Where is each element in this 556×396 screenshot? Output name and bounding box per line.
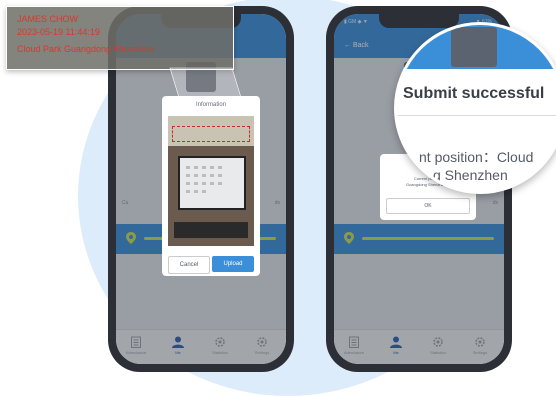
captured-photo: [168, 116, 254, 246]
magnifier-header: [397, 25, 556, 69]
information-dialog: Information Cancel Upload: [162, 96, 260, 276]
photo-keyboard: [174, 222, 248, 238]
magnifier-title: Submit successful: [403, 85, 545, 102]
magnifier-position-line-2: g Shenzhen: [433, 167, 508, 183]
callout-datetime: 2023-05-19 11:44:19: [17, 27, 100, 37]
cancel-button[interactable]: Cancel: [168, 256, 210, 274]
watermark-callout: JAMES CHOW 2023-05-19 11:44:19 Cloud Par…: [6, 6, 234, 70]
upload-button[interactable]: Upload: [212, 256, 254, 272]
magnifier-position-line-1: nt position：Cloud: [419, 149, 534, 165]
photo-monitor: [178, 156, 246, 210]
ok-button[interactable]: OK: [386, 198, 470, 214]
callout-location: Cloud Park Guangdong Shenzhen: [17, 44, 155, 54]
watermark-highlight: [172, 126, 250, 142]
dialog-title: Information: [195, 102, 226, 108]
magnifier-avatar: [451, 27, 497, 67]
magnifier-divider: [397, 115, 556, 116]
callout-name: JAMES CHOW: [17, 14, 79, 24]
magnifier-zoom: Submit successful nt position：Cloud g Sh…: [394, 22, 556, 194]
